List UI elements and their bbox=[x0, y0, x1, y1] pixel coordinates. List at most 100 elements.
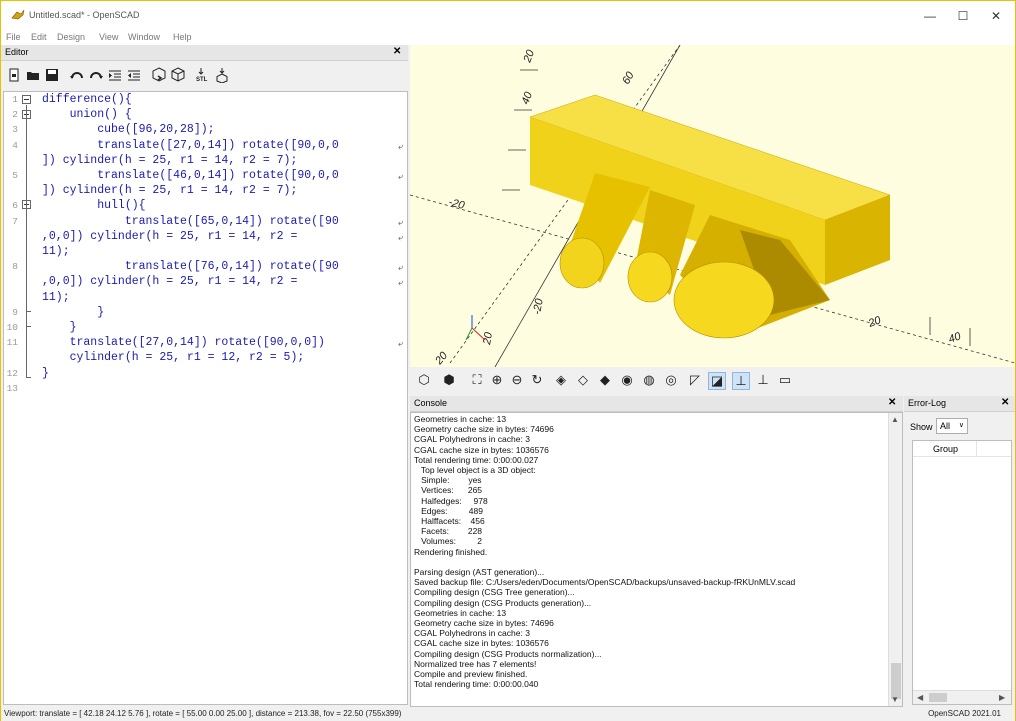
console-output[interactable]: Geometries in cache: 13 Geometry cache si… bbox=[410, 412, 903, 707]
error-log-table[interactable]: Group ◀ ▶ bbox=[912, 440, 1012, 705]
open-file-icon[interactable] bbox=[25, 67, 41, 83]
axis-label: 20 bbox=[866, 314, 883, 330]
editor-close-button[interactable]: ✕ bbox=[393, 46, 401, 57]
group-column-header[interactable]: Group bbox=[933, 444, 958, 454]
unindent-icon[interactable] bbox=[126, 67, 142, 83]
save-icon[interactable] bbox=[44, 67, 60, 83]
view-front-icon[interactable]: ◍ bbox=[640, 372, 658, 390]
console-line: Compiling design (CSG Products generatio… bbox=[414, 597, 592, 608]
send-to-3d-print-icon[interactable] bbox=[214, 67, 230, 83]
maximize-button[interactable]: ☐ bbox=[948, 7, 978, 25]
show-scale-markers-icon[interactable]: ⊥ bbox=[754, 372, 772, 390]
show-edges-icon[interactable]: ▭ bbox=[776, 372, 794, 390]
error-log-close-button[interactable]: ✕ bbox=[1001, 397, 1009, 408]
perspective-icon[interactable]: ◸ bbox=[686, 372, 704, 390]
line-number: 8 bbox=[12, 261, 18, 273]
scroll-thumb[interactable] bbox=[891, 663, 901, 699]
view-left-icon[interactable]: ◉ bbox=[618, 372, 636, 390]
preview-icon[interactable]: ⬡ bbox=[415, 372, 433, 390]
console-line: CGAL Polyhedrons in cache: 3 bbox=[414, 434, 530, 445]
axis-label: 20 bbox=[521, 48, 537, 65]
menu-window[interactable]: Window bbox=[128, 32, 160, 42]
indent-icon[interactable] bbox=[107, 67, 123, 83]
orthogonal-icon[interactable]: ◪ bbox=[708, 372, 726, 390]
editor-panel: Editor ✕ STL 1 2 3 4 5 6 7 8 9 10 11 12 1 bbox=[1, 45, 408, 707]
zoom-out-icon[interactable]: ⊖ bbox=[508, 372, 526, 390]
model-geometry bbox=[529, 94, 891, 339]
show-axes-icon[interactable]: ⊥ bbox=[732, 372, 750, 390]
scroll-left-arrow-icon[interactable]: ◀ bbox=[917, 693, 923, 702]
menu-view[interactable]: View bbox=[99, 32, 118, 42]
scroll-up-arrow-icon[interactable]: ▲ bbox=[891, 415, 899, 424]
console-line: Simple: yes bbox=[414, 475, 482, 486]
code-line: } bbox=[42, 305, 105, 319]
render-icon[interactable]: ⬢ bbox=[440, 372, 458, 390]
console-line: CGAL cache size in bytes: 1036576 bbox=[414, 638, 549, 649]
code-line: cube([96,20,28]); bbox=[42, 123, 215, 137]
3d-scene[interactable]: 20 40 60 80 20 40 -20 -20 20 20 bbox=[410, 45, 1015, 367]
scroll-right-arrow-icon[interactable]: ▶ bbox=[999, 693, 1005, 702]
console-line: Total rendering time: 0:00:00.027 bbox=[414, 454, 539, 465]
column-separator bbox=[976, 441, 977, 457]
console-panel: Console ✕ Geometries in cache: 13 Geometr… bbox=[410, 396, 903, 707]
error-log-hscrollbar[interactable]: ◀ ▶ bbox=[913, 690, 1011, 704]
console-line: Halffacets: 456 bbox=[414, 516, 485, 526]
show-filter-select[interactable]: All ∨ bbox=[936, 418, 968, 434]
console-close-button[interactable]: ✕ bbox=[888, 397, 896, 408]
code-line: ,0,0]) cylinder(h = 25, r1 = 14, r2 = bbox=[42, 275, 298, 289]
console-line: Geometry cache size in bytes: 74696 bbox=[414, 618, 554, 628]
fold-end-marker bbox=[26, 311, 31, 312]
console-line: Saved backup file: C:/Users/eden/Documen… bbox=[414, 577, 796, 588]
code-editor[interactable]: 1 2 3 4 5 6 7 8 9 10 11 12 13 difference(){ union() {… bbox=[3, 91, 408, 705]
export-stl-icon[interactable]: STL bbox=[195, 67, 211, 83]
line-number: 2 bbox=[12, 109, 18, 121]
code-line: translate([27,0,14]) rotate([90,0,0 bbox=[42, 138, 339, 152]
render-icon[interactable] bbox=[170, 67, 186, 83]
line-number: 9 bbox=[12, 306, 18, 318]
scroll-thumb[interactable] bbox=[929, 693, 947, 702]
code-line: cylinder(h = 25, r1 = 12, r2 = 5); bbox=[42, 351, 305, 365]
redo-icon[interactable] bbox=[88, 67, 104, 83]
console-line: Edges: 489 bbox=[414, 505, 483, 516]
console-title: Console bbox=[414, 398, 448, 408]
code-line: hull(){ bbox=[42, 199, 146, 213]
editor-header: Editor ✕ bbox=[1, 45, 408, 61]
word-wrap-icon: ⤶ bbox=[397, 140, 403, 151]
view-right-icon[interactable]: ◈ bbox=[552, 372, 570, 390]
minimize-button[interactable]: — bbox=[915, 7, 945, 25]
zoom-in-icon[interactable]: ⊕ bbox=[488, 372, 506, 390]
code-line: difference(){ bbox=[42, 93, 132, 106]
console-line: CGAL cache size in bytes: 1036576 bbox=[414, 444, 549, 455]
line-number: 12 bbox=[6, 367, 18, 379]
console-line: Volumes: 2 bbox=[414, 536, 483, 547]
reset-view-icon[interactable]: ↻ bbox=[528, 372, 546, 390]
view-all-icon[interactable]: ⛶ bbox=[468, 372, 486, 390]
line-number: 13 bbox=[6, 382, 18, 394]
view-back-icon[interactable]: ◎ bbox=[662, 372, 680, 390]
menu-file[interactable]: File bbox=[6, 32, 21, 42]
line-number-gutter bbox=[4, 92, 40, 704]
axis-label: 60 bbox=[620, 69, 637, 86]
console-scrollbar[interactable]: ▲ ▼ bbox=[888, 413, 902, 706]
line-number: 6 bbox=[12, 200, 18, 212]
code-line: translate([76,0,14]) rotate([90 bbox=[42, 260, 339, 274]
view-top-icon[interactable]: ◇ bbox=[574, 372, 592, 390]
close-window-button[interactable]: ✕ bbox=[981, 7, 1011, 25]
status-bar: Viewport: translate = [ 42.18 24.12 5.76… bbox=[1, 707, 1015, 721]
line-number: 4 bbox=[12, 139, 18, 151]
new-file-icon[interactable] bbox=[6, 67, 22, 83]
view-bottom-icon[interactable]: ◆ bbox=[596, 372, 614, 390]
menu-edit[interactable]: Edit bbox=[31, 32, 47, 42]
undo-icon[interactable] bbox=[69, 67, 85, 83]
viewport-info: Viewport: translate = [ 42.18 24.12 5.76… bbox=[4, 709, 402, 718]
preview-icon[interactable] bbox=[151, 67, 167, 83]
axis-label: 40 bbox=[520, 90, 536, 106]
3d-viewport[interactable]: 20 40 60 80 20 40 -20 -20 20 20 bbox=[410, 45, 1015, 367]
error-log-title: Error-Log bbox=[908, 398, 947, 408]
editor-title: Editor bbox=[5, 47, 29, 57]
title-bar: Untitled.scad* - OpenSCAD — ☐ ✕ bbox=[1, 1, 1015, 31]
scroll-down-arrow-icon[interactable]: ▼ bbox=[891, 695, 899, 704]
menu-design[interactable]: Design bbox=[57, 32, 85, 42]
menu-help[interactable]: Help bbox=[173, 32, 192, 42]
fold-marker[interactable] bbox=[22, 95, 31, 104]
